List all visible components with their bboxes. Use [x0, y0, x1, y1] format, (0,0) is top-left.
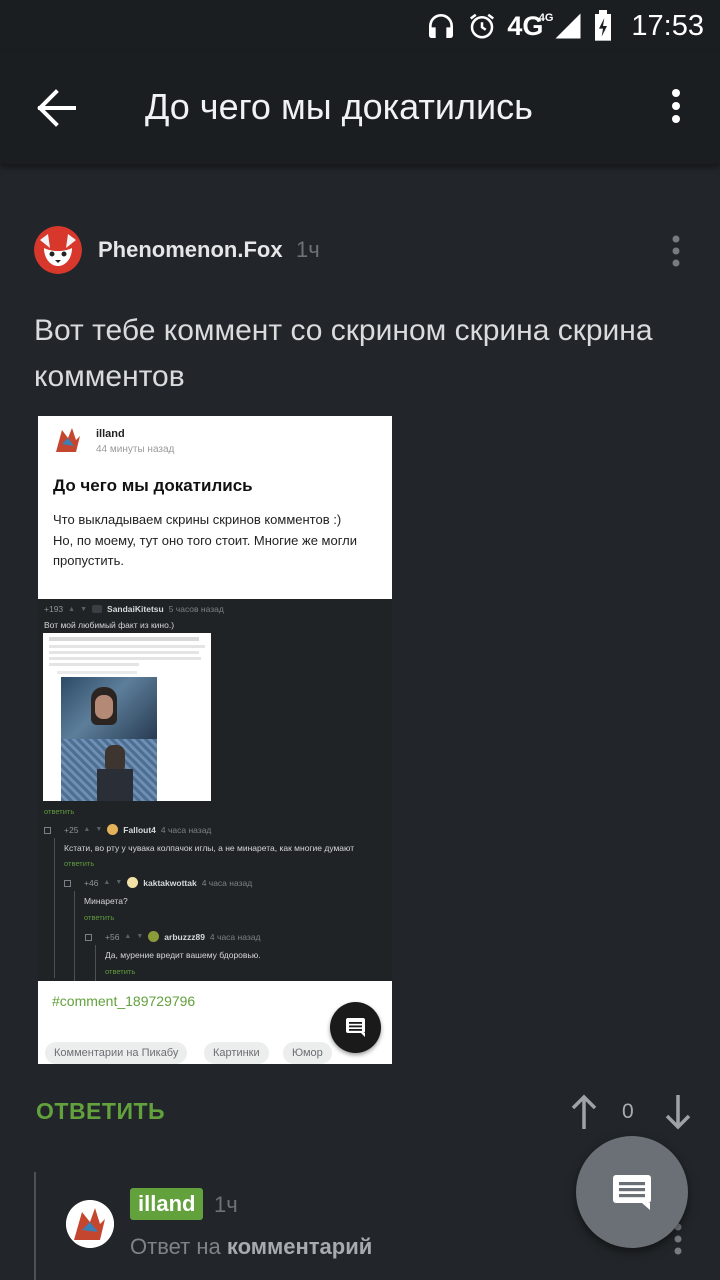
collapse-icon[interactable] [85, 934, 92, 941]
comment-text: Кстати, во рту у чувака колпачок иглы, а… [64, 843, 355, 853]
post-time: 1ч [296, 237, 320, 262]
post-author[interactable]: Phenomenon.Fox [98, 237, 283, 263]
status-bar: 4G 4G 17:53 [0, 0, 720, 52]
tag-chip[interactable]: Юмор [283, 1042, 332, 1064]
more-vert-icon[interactable] [670, 234, 682, 268]
comment-meta: +56 ▲ ▼ arbuzzz89 4 часа назад [105, 931, 261, 942]
chat-fab-icon [330, 1002, 381, 1053]
collapse-icon[interactable] [44, 827, 51, 834]
alarm-icon [470, 13, 495, 39]
comment-avatar [92, 605, 103, 613]
dragon-avatar-icon [56, 428, 80, 452]
comment-meta: +46 ▲ ▼ kaktakwottak 4 часа назад [84, 877, 253, 888]
tag-chip[interactable]: Комментарии на Пикабу [45, 1042, 188, 1064]
tag-chip[interactable]: Картинки [204, 1042, 269, 1064]
post-header: Phenomenon.Fox 1ч [34, 226, 694, 276]
downvote-arrow-icon[interactable] [664, 1094, 692, 1130]
more-vert-icon[interactable] [664, 86, 688, 126]
nested-screenshot [43, 633, 211, 801]
upvote-arrow-icon[interactable] [570, 1094, 598, 1130]
avatar[interactable] [34, 226, 82, 274]
collapse-icon[interactable] [64, 880, 71, 887]
comment-text: Минарета? [84, 896, 128, 906]
reply-time: 1ч [214, 1192, 238, 1217]
screenshot-ago: 44 минуты назад [96, 444, 175, 455]
comment-avatar [107, 824, 119, 835]
comment-reply-link[interactable]: ответить [64, 859, 94, 868]
page-title: До чего мы докатились [145, 86, 533, 127]
reply-subtitle: Ответ на комментарий [130, 1234, 373, 1259]
vote-count: 0 [622, 1100, 634, 1123]
comment-text: Вот мой любимый факт из кино.) [44, 620, 175, 630]
dragon-avatar-icon [66, 1200, 114, 1248]
screenshot-title: До чего мы докатились [53, 476, 253, 495]
comment-avatar [127, 877, 139, 888]
comment-meta: +193 ▲ ▼ SandaiKitetsu 5 часов назад [44, 604, 224, 614]
comment-reply-link[interactable]: ответить [84, 913, 114, 922]
comment-meta: +25 ▲ ▼ Fallout4 4 часа назад [64, 824, 212, 835]
back-arrow-icon[interactable] [34, 88, 78, 128]
fox-avatar-icon [34, 226, 82, 274]
screenshot-footer: #comment_189729796 Комментарии на Пикабу… [38, 981, 392, 1064]
thread-line [34, 1172, 36, 1280]
avatar[interactable] [66, 1200, 114, 1248]
app-bar: До чего мы докатились [0, 52, 720, 164]
movie-still-photo [61, 677, 157, 739]
reply-target-link[interactable]: комментарий [227, 1234, 372, 1259]
embedded-screenshot[interactable]: illand 44 минуты назад До чего мы докати… [38, 416, 392, 1064]
network-type: 4G 4G [507, 10, 554, 41]
post-text: Вот тебе коммент со скрином скрина скрин… [34, 314, 653, 393]
comment-reply-link[interactable]: ответить [105, 967, 135, 976]
headphones-icon [429, 14, 454, 38]
movie-still-photo [61, 739, 157, 801]
screenshot-post-card: illand 44 минуты назад До чего мы докати… [38, 416, 392, 599]
comment-text: Да, мурение вредит вашему бдоровью. [105, 950, 261, 960]
screenshot-body: Что выкладываем скрины скринов комментов… [53, 512, 358, 568]
reply-author-badge[interactable]: illand [130, 1188, 204, 1220]
comment-link[interactable]: #comment_189729796 [52, 993, 195, 1009]
reply-button[interactable]: ОТВЕТИТЬ [36, 1098, 165, 1125]
chat-icon [613, 1175, 651, 1210]
new-comment-fab[interactable] [576, 1136, 688, 1248]
signal-icon [555, 13, 581, 39]
clock: 17:53 [631, 9, 704, 42]
screenshot-user: illand [96, 428, 125, 440]
comment-reply-link[interactable]: ответить [44, 807, 74, 816]
comment-avatar [148, 931, 160, 942]
battery-charging-icon [595, 10, 612, 41]
